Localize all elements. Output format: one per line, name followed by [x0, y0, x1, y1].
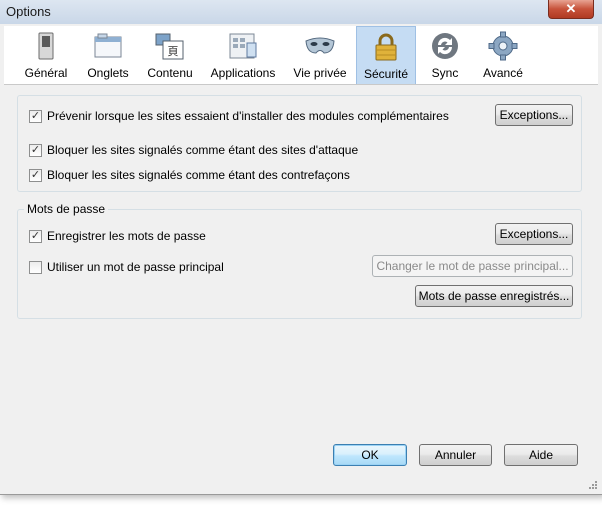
tab-label: Sync — [431, 66, 459, 80]
remember-passwords-checkbox[interactable]: ✓ — [29, 230, 42, 243]
ok-button[interactable]: OK — [333, 444, 407, 466]
tab-label: Contenu — [147, 66, 193, 80]
passwords-group: ✓ Enregistrer les mots de passe Exceptio… — [17, 209, 582, 319]
tab-label: Onglets — [87, 66, 129, 80]
tab-contenu[interactable]: 頁 Contenu — [140, 26, 200, 83]
block-forgery-checkbox[interactable]: ✓ — [29, 169, 42, 182]
block-attack-label: Bloquer les sites signalés comme étant d… — [47, 143, 359, 157]
warn-addons-label: Prévenir lorsque les sites essaient d'in… — [47, 109, 449, 123]
content-icon: 頁 — [155, 33, 184, 60]
saved-passwords-button[interactable]: Mots de passe enregistrés... — [415, 285, 573, 307]
tab-applications[interactable]: Applications — [204, 26, 282, 83]
change-master-password-button[interactable]: Changer le mot de passe principal... — [372, 255, 573, 277]
master-password-label: Utiliser un mot de passe principal — [47, 260, 224, 274]
options-window: Options ✕ Général Onglets 頁 Contenu Appl… — [0, 0, 602, 495]
warn-addons-checkbox[interactable]: ✓ — [29, 110, 42, 123]
preferences-toolbar: Général Onglets 頁 Contenu Applications V… — [4, 26, 598, 85]
applications-icon — [229, 33, 257, 59]
help-button[interactable]: Aide — [504, 444, 578, 466]
resize-grip-icon[interactable] — [588, 480, 598, 490]
addons-exceptions-button[interactable]: Exceptions... — [495, 104, 573, 126]
sync-icon — [432, 33, 458, 59]
tab-label: Vie privée — [293, 66, 347, 80]
tab-onglets[interactable]: Onglets — [80, 26, 136, 83]
title-bar: Options ✕ — [0, 0, 602, 24]
tab-label: Applications — [210, 66, 276, 80]
switch-icon — [38, 32, 54, 60]
tab-avance[interactable]: Avancé — [474, 26, 532, 83]
block-attack-checkbox[interactable]: ✓ — [29, 144, 42, 157]
tab-securite[interactable]: Sécurité — [356, 26, 416, 84]
close-button[interactable]: ✕ — [548, 0, 594, 19]
tab-label: Général — [24, 66, 68, 80]
tab-general[interactable]: Général — [14, 26, 78, 83]
cancel-button[interactable]: Annuler — [419, 444, 492, 466]
master-password-checkbox[interactable] — [29, 261, 42, 274]
passwords-group-title: Mots de passe — [24, 202, 109, 216]
padlock-icon — [375, 33, 397, 61]
window-title: Options — [6, 4, 51, 19]
tab-label: Avancé — [483, 66, 523, 80]
svg-text:頁: 頁 — [168, 45, 179, 58]
passwords-exceptions-button[interactable]: Exceptions... — [495, 223, 573, 245]
tab-label: Sécurité — [363, 67, 409, 81]
gear-icon — [488, 31, 518, 61]
tabs-window-icon — [94, 33, 122, 58]
remember-passwords-label: Enregistrer les mots de passe — [47, 229, 206, 243]
tab-sync[interactable]: Sync — [418, 26, 472, 83]
mask-icon — [305, 37, 335, 54]
block-forgery-label: Bloquer les sites signalés comme étant d… — [47, 168, 350, 182]
security-group: ✓ Prévenir lorsque les sites essaient d'… — [17, 95, 582, 192]
tab-vie-privee[interactable]: Vie privée — [288, 26, 352, 83]
